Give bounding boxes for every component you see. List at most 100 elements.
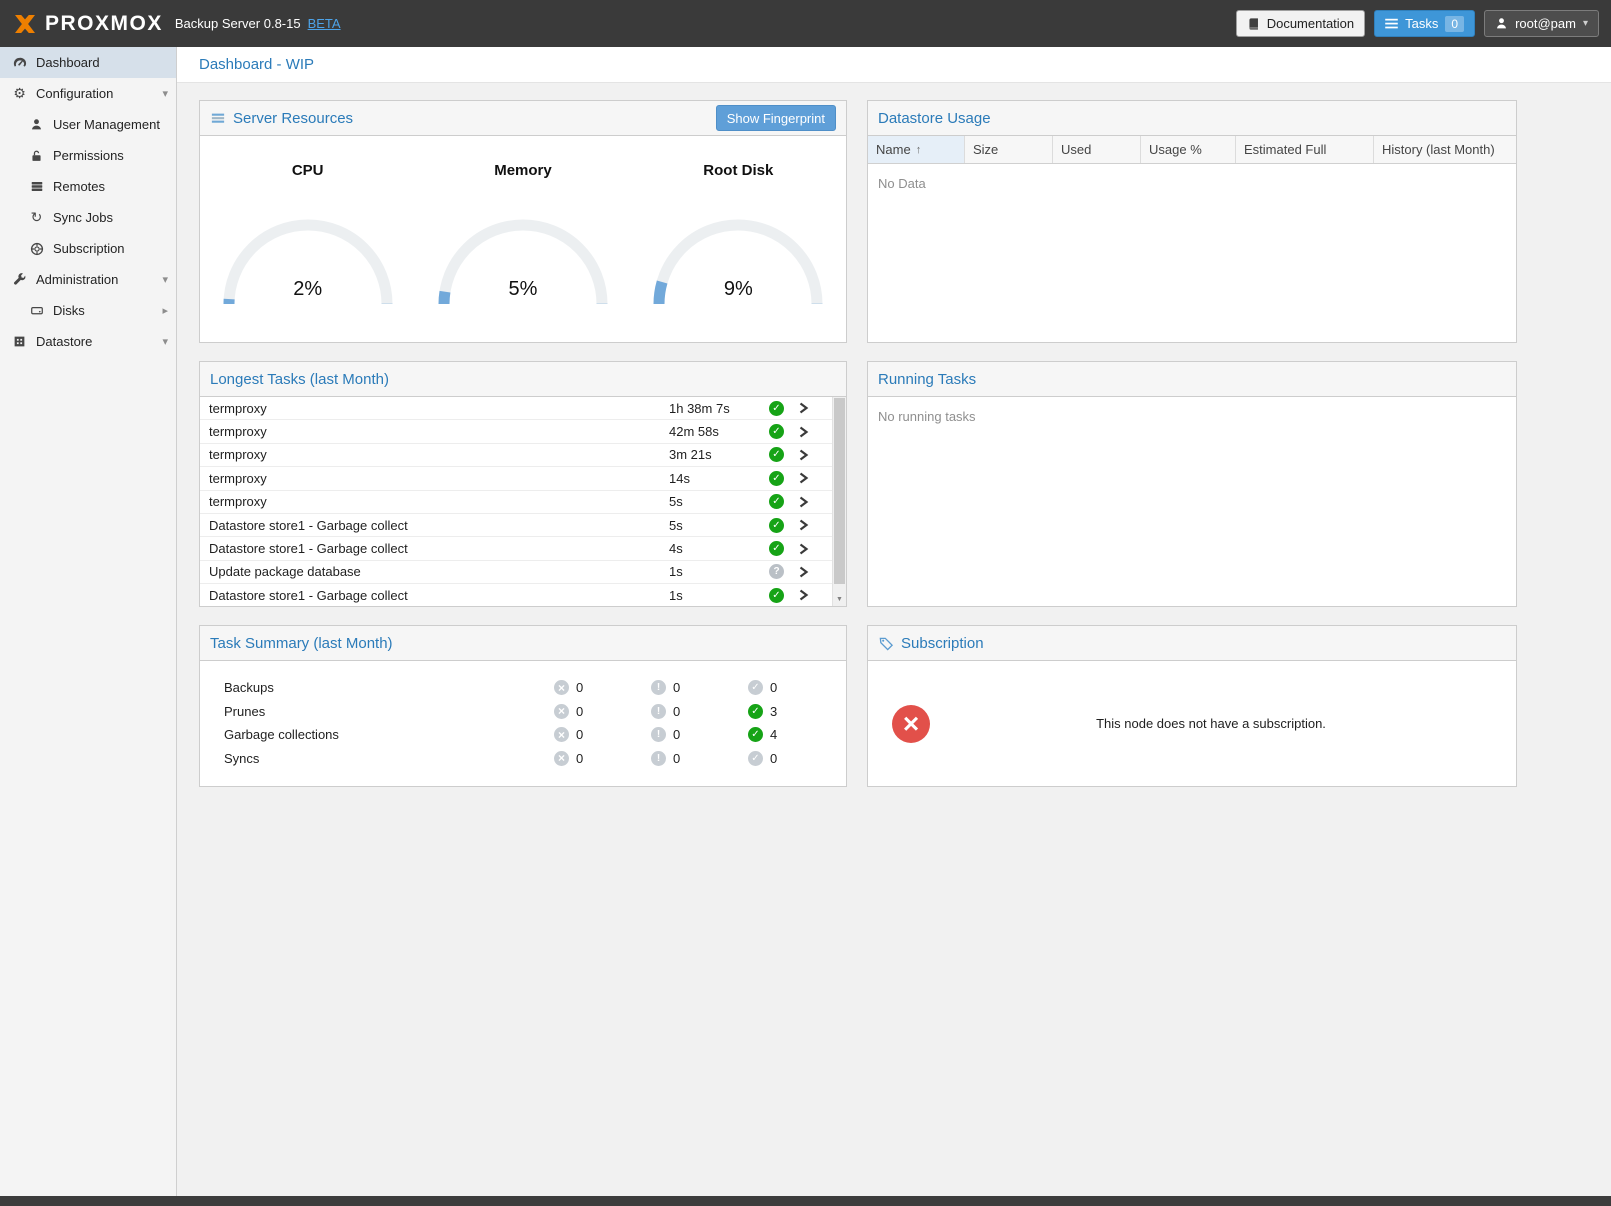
chevron-right-icon[interactable] — [798, 426, 809, 438]
sidebar-item-subscription[interactable]: Subscription — [0, 233, 176, 264]
task-row[interactable]: termproxy 42m 58s — [200, 420, 832, 443]
warning-count: 0 — [673, 680, 680, 695]
summary-row: Prunes 0 0 3 — [224, 700, 846, 724]
error-count: 0 — [576, 727, 583, 742]
ok-cell: 4 — [748, 727, 845, 742]
chevron-right-icon[interactable] — [798, 519, 809, 531]
task-row[interactable]: Datastore store1 - Garbage collect 5s — [200, 514, 832, 537]
chevron-right-icon[interactable] — [798, 449, 809, 461]
column-header-used[interactable]: Used — [1053, 136, 1141, 163]
task-row[interactable]: termproxy 3m 21s — [200, 444, 832, 467]
panel-title: Subscription — [901, 635, 984, 652]
sidebar-item-label: User Management — [53, 117, 160, 132]
task-name: termproxy — [209, 447, 669, 462]
sidebar-item-user-management[interactable]: User Management — [0, 109, 176, 140]
documentation-label: Documentation — [1267, 16, 1354, 31]
column-header-usage-pct[interactable]: Usage % — [1141, 136, 1236, 163]
column-header-size[interactable]: Size — [965, 136, 1053, 163]
sidebar-item-administration[interactable]: Administration ▾ — [0, 264, 176, 295]
error-cell: 0 — [554, 751, 651, 766]
error-cell: 0 — [554, 704, 651, 719]
chevron-right-icon[interactable] — [798, 402, 809, 414]
task-row[interactable]: termproxy 1h 38m 7s — [200, 397, 832, 420]
task-row[interactable]: Datastore store1 - Garbage collect 1s — [200, 584, 832, 606]
task-duration: 5s — [669, 494, 769, 509]
disk-icon — [28, 304, 45, 317]
task-summary-panel: Task Summary (last Month) Backups 0 0 0 — [199, 625, 847, 787]
chevron-down-icon: ▾ — [1583, 18, 1588, 29]
chevron-down-icon[interactable]: ▾ — [162, 335, 168, 348]
tasks-count-badge: 0 — [1445, 16, 1464, 32]
summary-row: Syncs 0 0 0 — [224, 747, 846, 771]
task-duration: 3m 21s — [669, 447, 769, 462]
dashboard-panels: Server Resources Show Fingerprint CPU — [177, 83, 1611, 804]
column-label: Usage % — [1149, 142, 1202, 157]
chevron-right-icon[interactable] — [798, 496, 809, 508]
task-name: Datastore store1 - Garbage collect — [209, 518, 669, 533]
sidebar-item-label: Remotes — [53, 179, 105, 194]
sidebar-item-sync-jobs[interactable]: ↻ Sync Jobs — [0, 202, 176, 233]
task-name: termproxy — [209, 494, 669, 509]
documentation-button[interactable]: Documentation — [1236, 10, 1365, 37]
task-status-icon — [769, 494, 784, 509]
ok-count: 4 — [770, 727, 777, 742]
error-cell: 0 — [554, 680, 651, 695]
sidebar-item-dashboard[interactable]: Dashboard — [0, 47, 176, 78]
chevron-right-icon[interactable]: ▸ — [162, 304, 168, 317]
sidebar-item-label: Configuration — [36, 86, 113, 101]
sidebar-item-permissions[interactable]: Permissions — [0, 140, 176, 171]
warning-icon — [651, 704, 666, 719]
sidebar-item-configuration[interactable]: ⚙ Configuration ▾ — [0, 78, 176, 109]
user-icon — [1495, 17, 1508, 30]
sidebar-item-disks[interactable]: Disks ▸ — [0, 295, 176, 326]
ok-count: 0 — [770, 751, 777, 766]
scrollbar[interactable]: ▼ — [832, 397, 846, 606]
app-window: PROXMOX Backup Server 0.8-15 BETA Docume… — [0, 0, 1611, 1206]
chevron-right-icon[interactable] — [798, 589, 809, 601]
sidebar-item-remotes[interactable]: Remotes — [0, 171, 176, 202]
resources-icon — [210, 111, 226, 125]
sidebar-item-datastore[interactable]: Datastore ▾ — [0, 326, 176, 357]
chevron-down-icon[interactable]: ▾ — [162, 87, 168, 100]
gauge-value: 5% — [433, 278, 613, 301]
task-duration: 5s — [669, 518, 769, 533]
task-row[interactable]: termproxy 5s — [200, 491, 832, 514]
task-row[interactable]: Datastore store1 - Garbage collect 4s — [200, 537, 832, 560]
error-count: 0 — [576, 680, 583, 695]
column-header-history[interactable]: History (last Month) — [1374, 136, 1516, 163]
column-header-estimated-full[interactable]: Estimated Full — [1236, 136, 1374, 163]
warning-cell: 0 — [651, 751, 748, 766]
show-fingerprint-button[interactable]: Show Fingerprint — [716, 105, 836, 131]
gauge-label: Memory — [494, 162, 552, 179]
cpu-gauge: CPU 2% — [218, 162, 398, 307]
gauge-label: Root Disk — [703, 162, 773, 179]
column-header-name[interactable]: Name ↑ — [868, 136, 965, 163]
longest-tasks-panel: Longest Tasks (last Month) termproxy 1h … — [199, 361, 847, 607]
warning-cell: 0 — [651, 727, 748, 742]
scrollbar-down-arrow[interactable]: ▼ — [833, 592, 846, 606]
task-row[interactable]: Update package database 1s — [200, 561, 832, 584]
ok-icon — [748, 704, 763, 719]
user-menu-button[interactable]: root@pam ▾ — [1484, 10, 1599, 37]
server-icon — [28, 180, 45, 193]
task-duration: 1s — [669, 564, 769, 579]
sidebar-item-label: Permissions — [53, 148, 124, 163]
chevron-right-icon[interactable] — [798, 543, 809, 555]
tasks-label: Tasks — [1405, 16, 1438, 31]
warning-count: 0 — [673, 751, 680, 766]
scrollbar-thumb[interactable] — [834, 398, 845, 584]
task-name: termproxy — [209, 471, 669, 486]
chevron-right-icon[interactable] — [798, 472, 809, 484]
panel-title: Task Summary (last Month) — [210, 635, 393, 652]
chevron-down-icon[interactable]: ▾ — [162, 273, 168, 286]
task-status-icon — [769, 541, 784, 556]
task-duration: 1s — [669, 588, 769, 603]
task-row[interactable]: termproxy 14s — [200, 467, 832, 490]
ok-count: 0 — [770, 680, 777, 695]
beta-link[interactable]: BETA — [308, 16, 341, 31]
chevron-right-icon[interactable] — [798, 566, 809, 578]
task-summary-table: Backups 0 0 0 Prunes 0 0 3 — [200, 661, 846, 770]
tasks-button[interactable]: Tasks 0 — [1374, 10, 1475, 37]
warning-icon — [651, 727, 666, 742]
no-running-tasks-text: No running tasks — [868, 397, 1516, 436]
